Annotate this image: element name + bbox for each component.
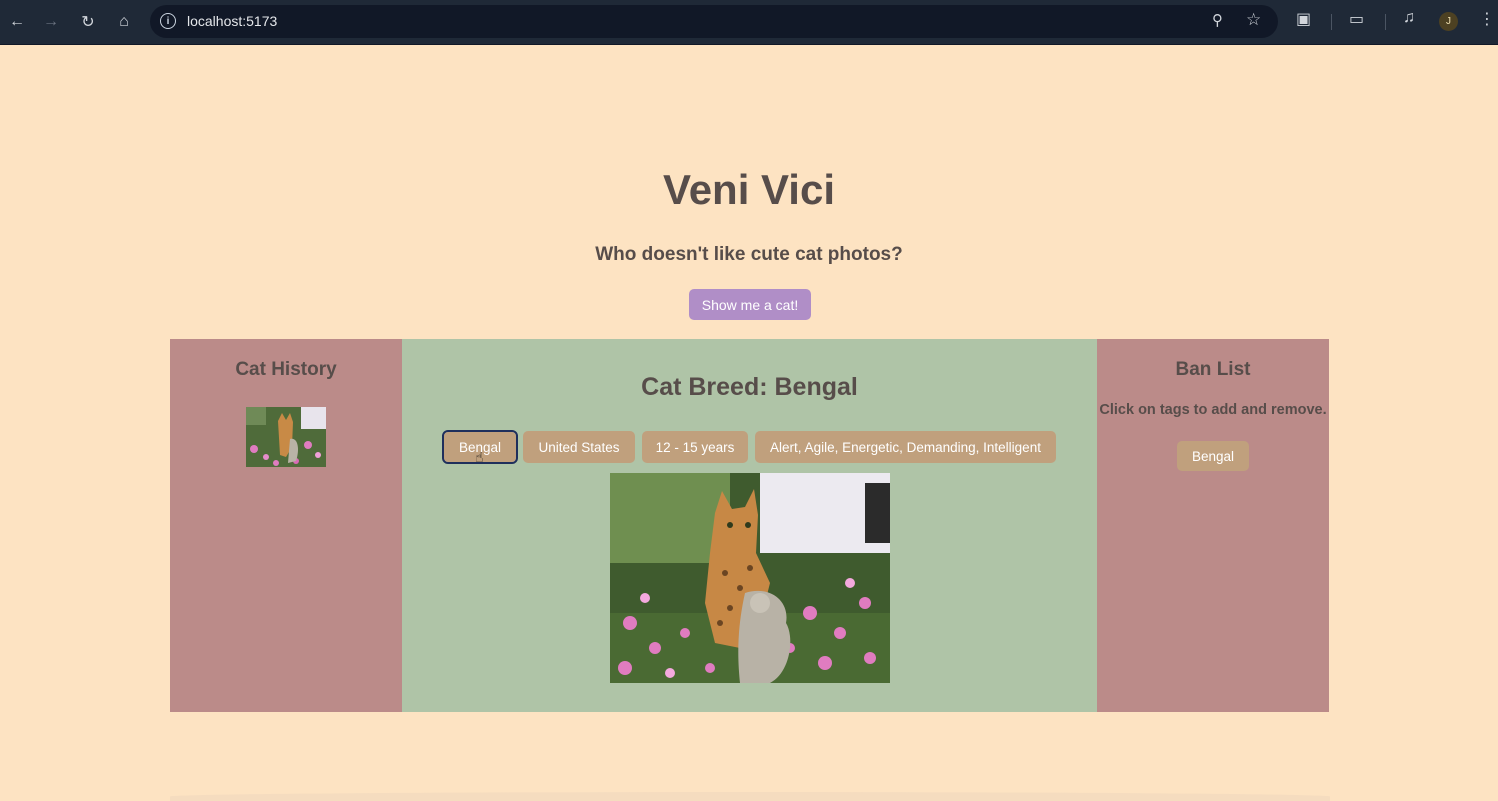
- ban-list-panel: Ban List Click on tags to add and remove…: [1097, 339, 1329, 712]
- media-controls-icon[interactable]: ♫: [1403, 9, 1415, 27]
- history-thumbnail[interactable]: [246, 407, 326, 467]
- cat-thumbnail-image: [246, 407, 326, 467]
- menu-kebab-icon[interactable]: ⋮: [1479, 9, 1495, 29]
- banned-tag-bengal[interactable]: Bengal: [1177, 441, 1249, 471]
- cast-icon[interactable]: ▭: [1349, 9, 1364, 29]
- forward-icon[interactable]: →: [37, 8, 65, 36]
- bookmark-star-icon[interactable]: ☆: [1246, 10, 1261, 30]
- cat-display-panel: Cat Breed: Bengal Bengal United States 1…: [402, 339, 1097, 712]
- page-subtitle: Who doesn't like cute cat photos?: [595, 244, 903, 265]
- toolbar-divider: [1385, 14, 1386, 30]
- tag-temperament[interactable]: Alert, Agile, Energetic, Demanding, Inte…: [755, 431, 1056, 463]
- history-heading: Cat History: [235, 359, 337, 380]
- cat-photo: [610, 473, 890, 683]
- reload-icon[interactable]: ↻: [74, 8, 102, 36]
- url-text: localhost:5173: [187, 13, 278, 29]
- extensions-icon[interactable]: ▣: [1296, 9, 1311, 29]
- ban-instructions: Click on tags to add and remove.: [1099, 402, 1327, 418]
- ban-heading: Ban List: [1175, 359, 1251, 380]
- page-title: Veni Vici: [663, 166, 835, 213]
- cat-history-panel: Cat History: [170, 339, 402, 712]
- cat-image: [610, 473, 890, 683]
- browser-toolbar: ← → ↻ ⌂ i localhost:5173 ⚲ ☆ ▣ ▭ ♫ J ⋮: [0, 0, 1498, 45]
- zoom-icon[interactable]: ⚲: [1212, 11, 1223, 29]
- toolbar-divider: [1331, 14, 1332, 30]
- tag-lifespan[interactable]: 12 - 15 years: [642, 431, 748, 463]
- site-info-icon[interactable]: i: [160, 13, 176, 29]
- show-cat-button[interactable]: Show me a cat!: [689, 289, 811, 320]
- address-bar[interactable]: i localhost:5173 ⚲ ☆: [150, 5, 1278, 38]
- pointer-cursor-icon: ☝: [475, 449, 484, 465]
- breed-heading: Cat Breed: Bengal: [641, 373, 858, 401]
- profile-avatar[interactable]: J: [1439, 12, 1458, 31]
- home-icon[interactable]: ⌂: [110, 8, 138, 36]
- tag-origin[interactable]: United States: [523, 431, 635, 463]
- page-footer-edge: [170, 792, 1330, 801]
- back-icon[interactable]: ←: [3, 8, 31, 36]
